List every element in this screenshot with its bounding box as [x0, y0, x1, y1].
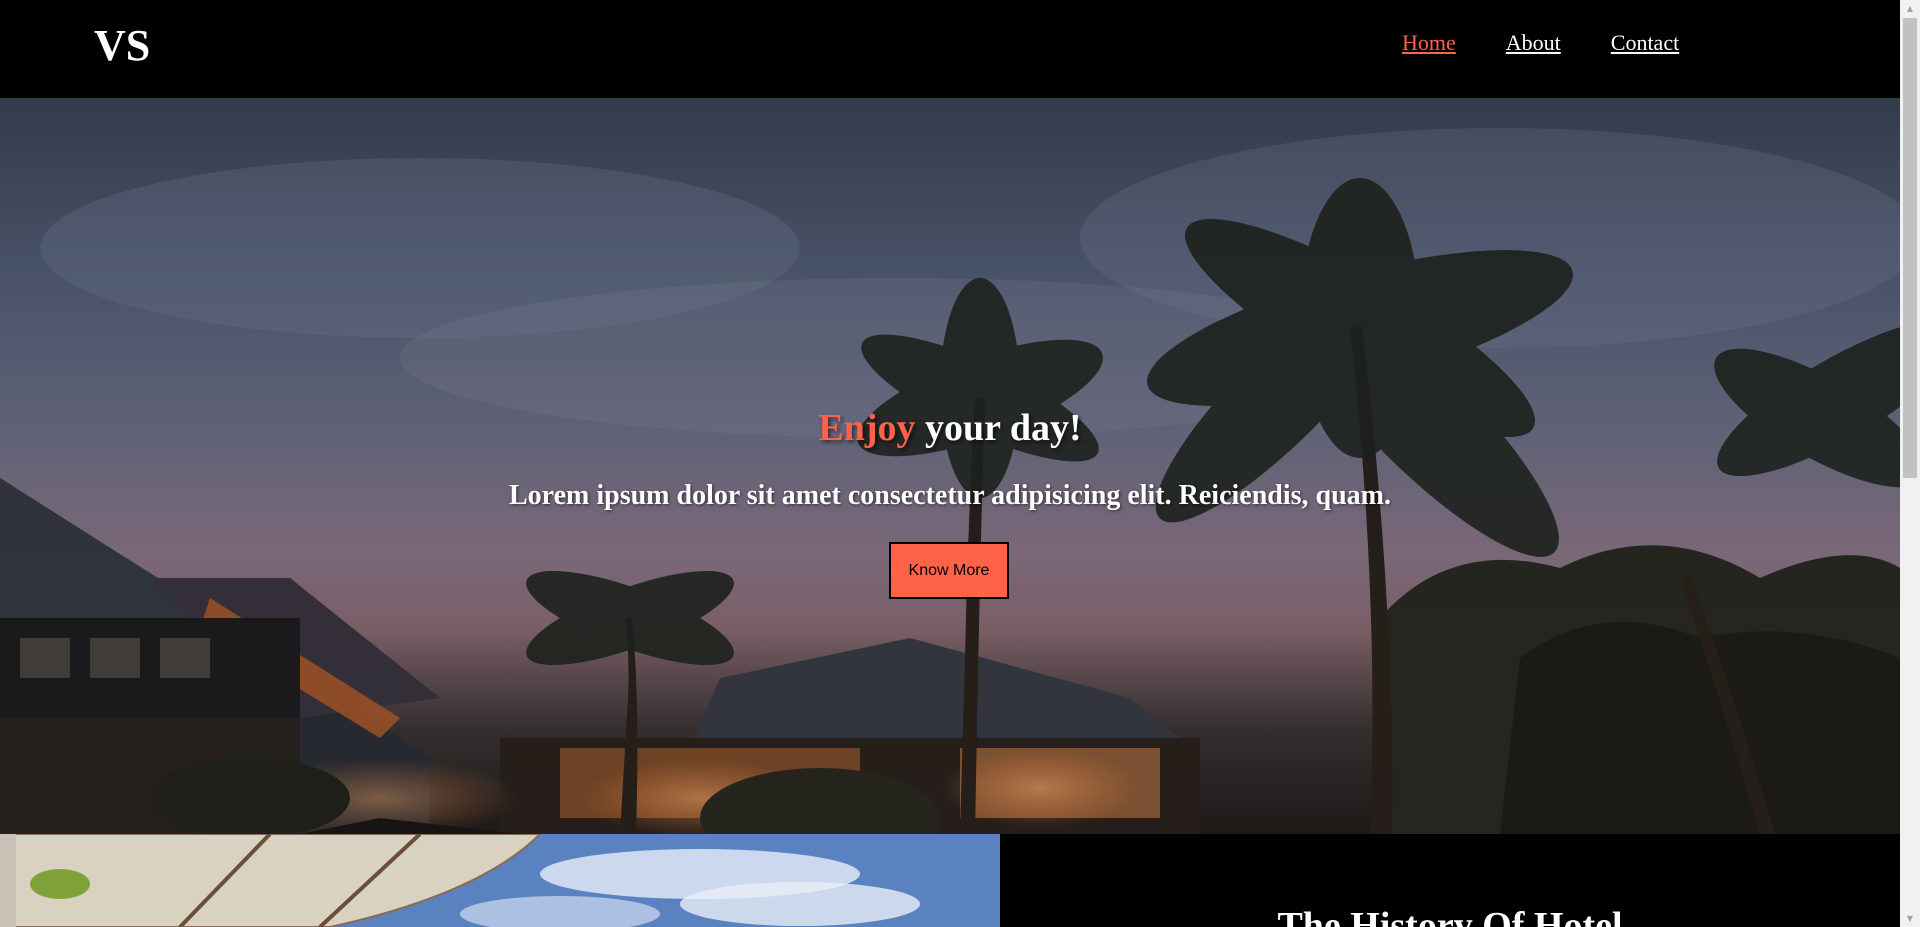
vertical-scrollbar[interactable]: ▲ ▼: [1900, 0, 1920, 927]
hero-content: Enjoy your day! Lorem ipsum dolor sit am…: [0, 98, 1900, 834]
umbrella-sky-image: [0, 834, 1000, 927]
nav-link-contact[interactable]: Contact: [1611, 30, 1679, 56]
hero-section: Enjoy your day! Lorem ipsum dolor sit am…: [0, 98, 1900, 834]
scroll-down-arrow-icon[interactable]: ▼: [1900, 910, 1920, 927]
scroll-up-arrow-icon[interactable]: ▲: [1900, 0, 1920, 17]
nav-link-about[interactable]: About: [1506, 30, 1561, 56]
history-section: The History Of Hotel: [1000, 834, 1900, 927]
hero-title-rest: your day!: [915, 407, 1082, 449]
hero-title-accent: Enjoy: [818, 407, 916, 449]
site-logo[interactable]: VS: [94, 20, 150, 71]
umbrella-image: [0, 834, 1000, 927]
hero-subtitle: Lorem ipsum dolor sit amet consectetur a…: [509, 480, 1391, 511]
nav-link-home[interactable]: Home: [1402, 30, 1456, 56]
know-more-button[interactable]: Know More: [889, 542, 1009, 599]
page: VS Home About Contact Enjoy your day! Lo…: [0, 0, 1900, 927]
history-title: The History Of Hotel: [1277, 905, 1623, 927]
main-nav: Home About Contact: [1402, 30, 1679, 56]
scroll-thumb[interactable]: [1903, 18, 1917, 478]
site-header: VS Home About Contact: [0, 0, 1900, 98]
hero-title: Enjoy your day!: [0, 406, 1900, 450]
